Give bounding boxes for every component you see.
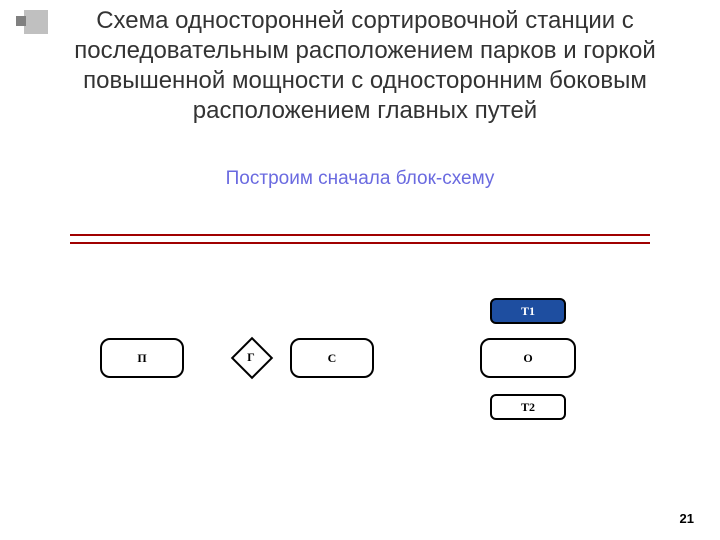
- block-c: С: [290, 338, 374, 378]
- slide-subtitle: Построим сначала блок-схему: [0, 168, 720, 190]
- block-p-label: П: [137, 351, 146, 366]
- block-diagram: П Г С Т1 О Т2: [70, 230, 650, 450]
- slide-title: Схема односторонней сортировочной станци…: [40, 6, 690, 126]
- slide: Схема односторонней сортировочной станци…: [0, 0, 720, 540]
- block-c-label: С: [328, 351, 337, 366]
- block-p: П: [100, 338, 184, 378]
- block-g-label: Г: [232, 338, 270, 376]
- block-t2-label: Т2: [521, 400, 535, 415]
- block-g: Г: [232, 338, 270, 376]
- page-number: 21: [680, 511, 694, 526]
- main-track-lines: [70, 234, 650, 250]
- block-o-label: О: [523, 351, 532, 366]
- block-o: О: [480, 338, 576, 378]
- block-t1-label: Т1: [521, 304, 535, 319]
- block-t1: Т1: [490, 298, 566, 324]
- block-t2: Т2: [490, 394, 566, 420]
